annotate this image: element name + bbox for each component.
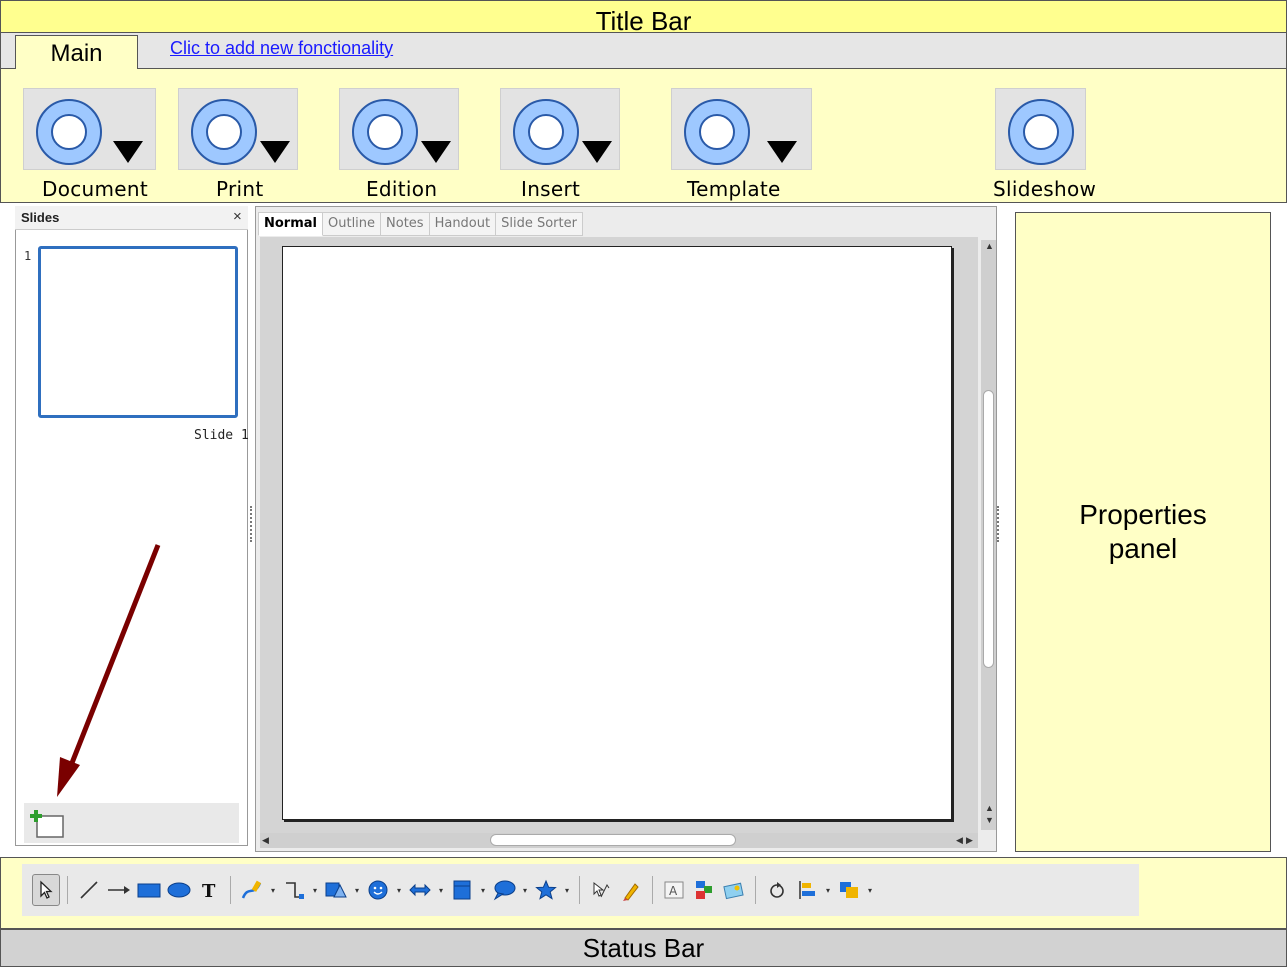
block-arrows-icon[interactable]: [406, 875, 434, 905]
edition-label: Edition: [366, 177, 438, 201]
scroll-down-icon[interactable]: ▼: [985, 815, 994, 825]
fontwork-icon[interactable]: A: [660, 875, 688, 905]
slide-canvas[interactable]: [282, 246, 952, 820]
chevron-down-icon[interactable]: ▾: [310, 886, 320, 895]
drawing-toolbar: T ▾ ▾ ▾ ▾ ▾ ▾ ▾ ▾ A ▾ ▾: [22, 864, 1139, 916]
template-button[interactable]: [671, 88, 812, 170]
tab-slide-sorter[interactable]: Slide Sorter: [496, 212, 583, 236]
properties-line-1: Properties: [1079, 499, 1207, 530]
slides-panel-title: Slides: [21, 210, 60, 225]
print-button[interactable]: [178, 88, 298, 170]
toolbar-separator: [652, 876, 653, 904]
align-icon[interactable]: [793, 875, 821, 905]
new-slide-button[interactable]: [28, 808, 66, 840]
tab-main[interactable]: Main: [15, 35, 138, 70]
left-splitter-handle[interactable]: [250, 506, 252, 542]
right-splitter-handle[interactable]: [997, 506, 999, 542]
connector-icon[interactable]: [280, 875, 308, 905]
ring-icon: [191, 99, 257, 165]
tab-normal[interactable]: Normal: [258, 212, 323, 236]
glue-points-icon[interactable]: [617, 875, 645, 905]
ring-icon: [352, 99, 418, 165]
chevron-down-icon[interactable]: ▾: [865, 886, 875, 895]
chevron-down-icon: [582, 141, 612, 163]
points-icon[interactable]: [587, 875, 615, 905]
chevron-down-icon: [421, 141, 451, 163]
vertical-scroll-thumb[interactable]: [983, 390, 994, 668]
new-slide-icon: [30, 810, 64, 838]
slide-number: 1: [24, 249, 32, 263]
status-bar: Status Bar: [0, 929, 1287, 967]
slideshow-label: Slideshow: [993, 177, 1097, 201]
toolbar-separator: [67, 876, 68, 904]
horizontal-scroll-thumb[interactable]: [490, 834, 736, 846]
scroll-up-icon[interactable]: ▲: [985, 803, 994, 813]
chevron-down-icon[interactable]: ▾: [352, 886, 362, 895]
ring-icon: [684, 99, 750, 165]
ring-icon: [1008, 99, 1074, 165]
chevron-down-icon[interactable]: ▾: [268, 886, 278, 895]
from-file-icon[interactable]: [690, 875, 718, 905]
arrow-line-icon[interactable]: [105, 875, 133, 905]
basic-shapes-icon[interactable]: [322, 875, 350, 905]
callouts-icon[interactable]: [490, 875, 518, 905]
scroll-left-icon[interactable]: ◀: [262, 835, 269, 846]
rotate-icon[interactable]: [763, 875, 791, 905]
chevron-down-icon: [113, 141, 143, 163]
ring-icon: [513, 99, 579, 165]
insert-label: Insert: [521, 177, 581, 201]
svg-text:A: A: [669, 884, 678, 898]
slide-name: Slide 1: [194, 428, 249, 443]
slideshow-button[interactable]: [995, 88, 1086, 170]
edition-button[interactable]: [339, 88, 459, 170]
document-button[interactable]: [23, 88, 156, 170]
slide-thumbnail[interactable]: [38, 246, 238, 418]
insert-button[interactable]: [500, 88, 620, 170]
template-label: Template: [687, 177, 781, 201]
ellipse-icon[interactable]: [165, 875, 193, 905]
curve-icon[interactable]: [238, 875, 266, 905]
add-functionality-link[interactable]: Clic to add new fonctionality: [170, 38, 393, 59]
title-bar-label: Title Bar: [595, 6, 692, 33]
toolbar-separator: [230, 876, 231, 904]
ring-icon: [36, 99, 102, 165]
symbol-shapes-icon[interactable]: [364, 875, 392, 905]
scroll-right-icon[interactable]: ▶: [966, 835, 973, 846]
rectangle-icon[interactable]: [135, 875, 163, 905]
chevron-down-icon[interactable]: ▾: [394, 886, 404, 895]
print-label: Print: [216, 177, 264, 201]
chevron-down-icon: [260, 141, 290, 163]
tab-outline[interactable]: Outline: [323, 212, 382, 236]
svg-text:T: T: [202, 881, 216, 901]
tab-notes[interactable]: Notes: [381, 212, 430, 236]
document-label: Document: [42, 177, 149, 201]
scroll-left-icon[interactable]: ◀: [956, 835, 963, 846]
arrange-icon[interactable]: [835, 875, 863, 905]
select-pointer-icon[interactable]: [32, 874, 60, 906]
properties-line-2: panel: [1108, 533, 1178, 564]
line-icon[interactable]: [75, 875, 103, 905]
toolbar-separator: [755, 876, 756, 904]
stars-icon[interactable]: [532, 875, 560, 905]
view-tabs: Normal Outline Notes Handout Slide Sorte…: [258, 212, 583, 236]
title-bar: Title Bar: [0, 0, 1287, 33]
chevron-down-icon: [767, 141, 797, 163]
chevron-down-icon[interactable]: ▾: [436, 886, 446, 895]
chevron-down-icon[interactable]: ▾: [562, 886, 572, 895]
scroll-up-icon[interactable]: ▲: [985, 241, 994, 251]
gallery-icon[interactable]: [720, 875, 748, 905]
chevron-down-icon[interactable]: ▾: [520, 886, 530, 895]
toolbar-separator: [579, 876, 580, 904]
chevron-down-icon[interactable]: ▾: [823, 886, 833, 895]
flowchart-icon[interactable]: [448, 875, 476, 905]
chevron-down-icon[interactable]: ▾: [478, 886, 488, 895]
close-icon[interactable]: ×: [233, 208, 242, 225]
properties-panel-label: Properties panel: [1015, 498, 1271, 566]
text-icon[interactable]: T: [195, 875, 223, 905]
tab-handout[interactable]: Handout: [429, 212, 497, 236]
